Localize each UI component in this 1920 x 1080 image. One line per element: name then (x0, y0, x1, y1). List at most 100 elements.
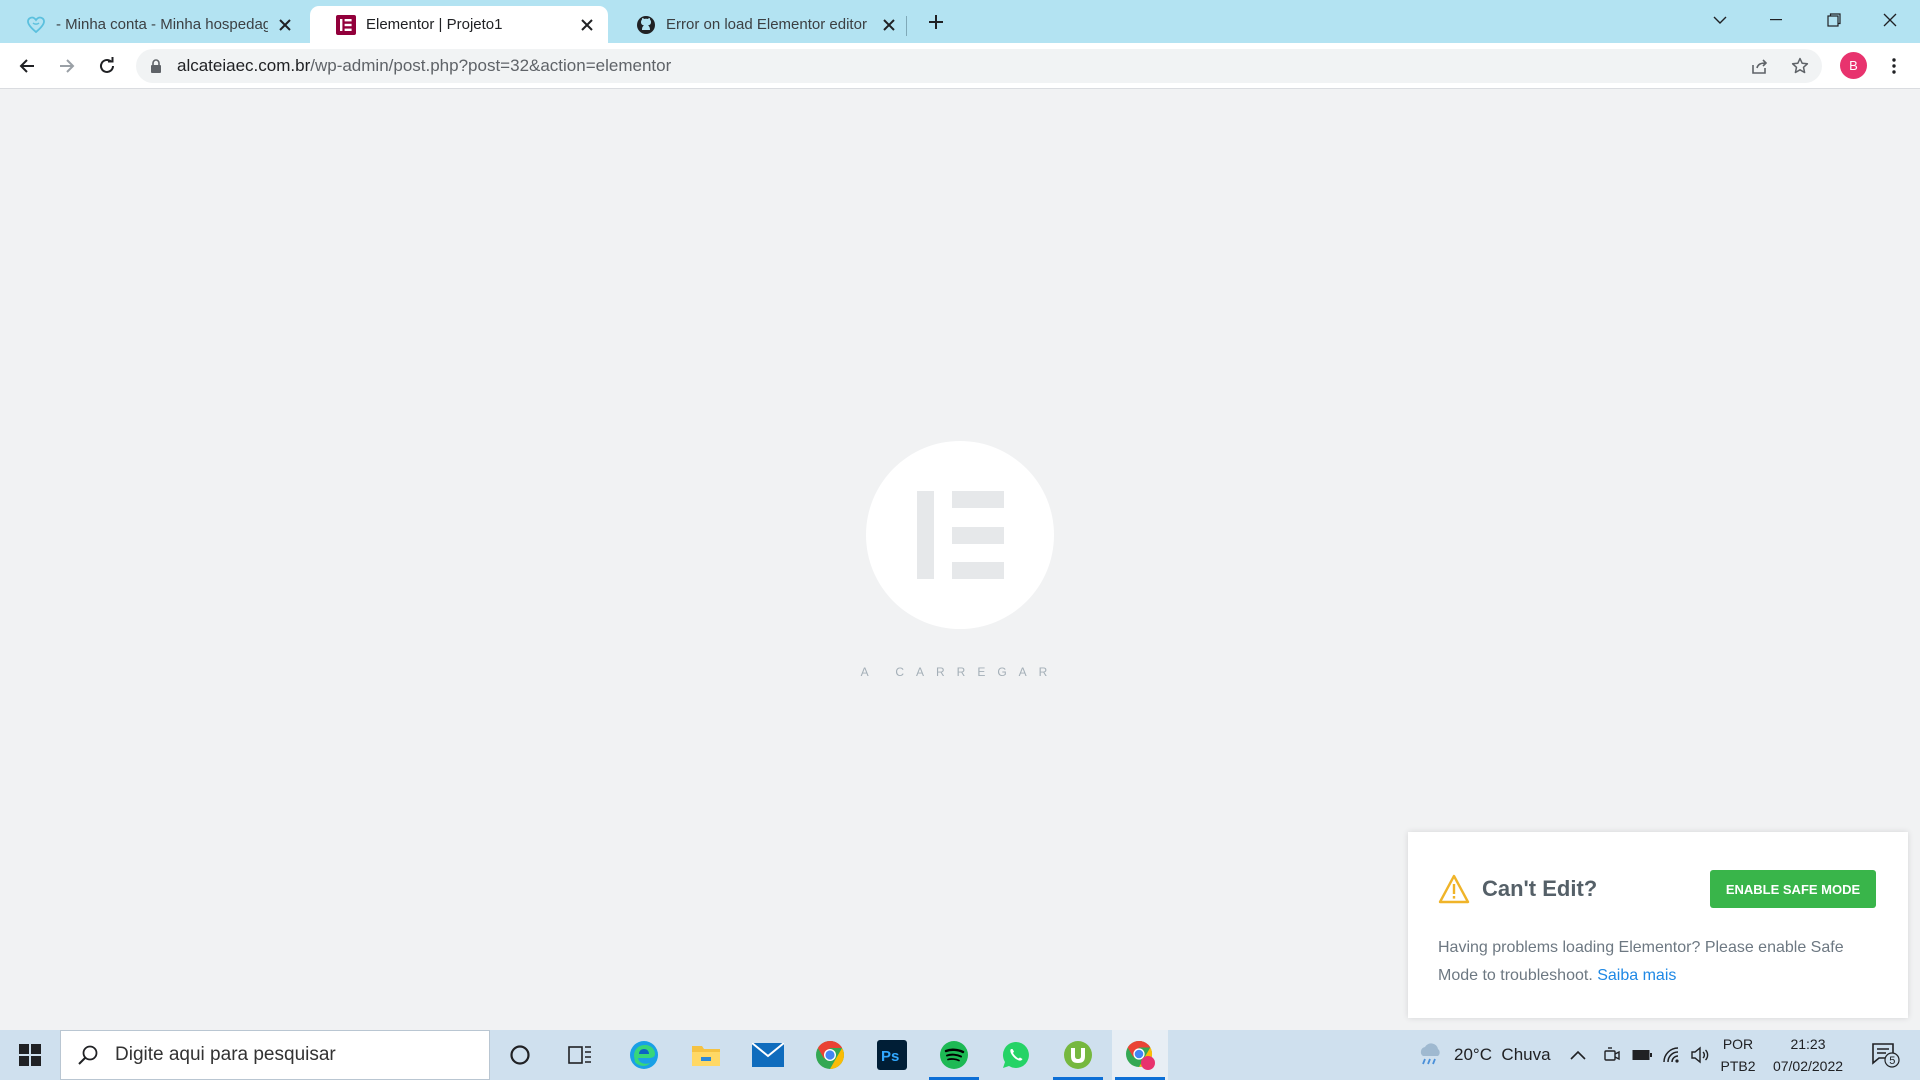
tab-separator (906, 16, 907, 36)
battery-icon (1632, 1050, 1652, 1060)
battery-button[interactable] (1632, 1030, 1652, 1080)
utorrent-button[interactable] (1050, 1030, 1106, 1080)
whatsapp-icon (1002, 1041, 1029, 1068)
plus-icon (929, 15, 943, 29)
svg-text:Ps: Ps (881, 1048, 899, 1065)
chrome-profile-button[interactable] (1112, 1030, 1168, 1080)
taskbar-search[interactable]: Digite aqui para pesquisar (60, 1030, 490, 1080)
restore-button[interactable] (1806, 0, 1862, 40)
notification-center-button[interactable]: 5 (1866, 1030, 1906, 1080)
chevron-down-icon (1713, 16, 1727, 24)
close-window-button[interactable] (1862, 0, 1918, 40)
mail-icon (752, 1043, 784, 1067)
cortana-button[interactable] (492, 1030, 548, 1080)
elementor-icon (336, 14, 356, 35)
url-path: /wp-admin/post.php?post=32&action=elemen… (310, 56, 672, 75)
url-host: alcateiaec.com.br (177, 56, 311, 75)
photoshop-icon: Ps (877, 1040, 907, 1070)
restore-icon (1827, 13, 1841, 27)
task-view-button[interactable] (552, 1030, 608, 1080)
close-icon[interactable] (274, 14, 296, 36)
keyboard-layout: PTB2 (1720, 1058, 1756, 1074)
volume-button[interactable] (1690, 1030, 1710, 1080)
browser-toolbar: alcateiaec.com.br/wp-admin/post.php?post… (0, 43, 1920, 89)
weather-widget[interactable]: 20°C Chuva (1416, 1030, 1551, 1080)
tab-search-button[interactable] (1692, 0, 1748, 40)
reload-icon (100, 57, 114, 73)
speaker-icon (1691, 1046, 1709, 1064)
meet-now-button[interactable] (1603, 1030, 1621, 1080)
spotify-button[interactable] (926, 1030, 982, 1080)
clock[interactable]: 21:23 07/02/2022 (1764, 1030, 1852, 1080)
learn-more-link[interactable]: Saiba mais (1597, 967, 1676, 984)
bookmark-button[interactable] (1784, 50, 1816, 82)
logo-bar-middle (952, 527, 1004, 544)
share-button[interactable] (1744, 50, 1776, 82)
network-button[interactable] (1662, 1030, 1682, 1080)
file-explorer-button[interactable] (678, 1030, 734, 1080)
tab-title: Error on load Elementor editor · Issue (666, 16, 872, 33)
edge-icon (630, 1041, 658, 1069)
enable-safe-mode-button[interactable]: ENABLE SAFE MODE (1710, 870, 1876, 908)
chrome-button[interactable] (802, 1030, 858, 1080)
share-icon (1752, 59, 1768, 74)
profile-avatar[interactable]: B (1840, 52, 1867, 79)
spotify-icon (940, 1041, 968, 1069)
file-explorer-icon (692, 1046, 720, 1066)
tab-minha-conta[interactable]: - Minha conta - Minha hospedagem (0, 6, 306, 43)
dialog-message: Having problems loading Elementor? Pleas… (1438, 934, 1878, 990)
language-indicator[interactable]: POR PTB2 (1714, 1030, 1762, 1080)
chrome-icon (816, 1041, 844, 1069)
minimize-button[interactable] (1748, 0, 1804, 40)
hostinger-heart-icon (26, 15, 46, 35)
chrome-profile-icon (1126, 1040, 1155, 1070)
warning-icon (1438, 874, 1470, 904)
dialog-title: Can't Edit? (1482, 876, 1598, 901)
tab-strip: - Minha conta - Minha hospedagem Element… (0, 0, 1920, 43)
notification-icon: 5 (1872, 1043, 1900, 1068)
mail-button[interactable] (740, 1030, 796, 1080)
weather-text: 20°C Chuva (1454, 1045, 1551, 1064)
utorrent-icon (1064, 1041, 1092, 1069)
star-icon (1791, 57, 1809, 74)
whatsapp-button[interactable] (988, 1030, 1044, 1080)
new-tab-button[interactable] (922, 8, 950, 36)
browser-menu-button[interactable] (1880, 50, 1908, 82)
search-placeholder: Digite aqui para pesquisar (115, 1044, 336, 1065)
windows-taskbar: Digite aqui para pesquisar Ps 20°C Chuva (0, 1030, 1920, 1080)
clock-time: 21:23 (1790, 1036, 1826, 1052)
photoshop-button[interactable]: Ps (864, 1030, 920, 1080)
wifi-icon (1663, 1047, 1679, 1063)
show-hidden-icons-button[interactable] (1570, 1030, 1586, 1080)
github-icon (636, 15, 656, 35)
close-icon[interactable] (878, 14, 900, 36)
url-text[interactable]: alcateiaec.com.br/wp-admin/post.php?post… (177, 56, 671, 76)
reload-button[interactable] (91, 50, 123, 82)
close-icon[interactable] (576, 14, 598, 36)
cortana-icon (510, 1045, 530, 1065)
tab-title: Elementor | Projeto1 (366, 16, 503, 33)
address-bar[interactable]: alcateiaec.com.br/wp-admin/post.php?post… (136, 49, 1822, 83)
arrow-right-icon (60, 59, 75, 73)
search-icon (75, 1042, 101, 1068)
tab-title: - Minha conta - Minha hospedagem (56, 16, 268, 33)
lock-icon[interactable] (150, 58, 164, 74)
tab-github-issue[interactable]: Error on load Elementor editor · Issue (610, 6, 910, 43)
close-icon (1883, 13, 1897, 27)
edge-button[interactable] (616, 1030, 672, 1080)
logo-bar-vertical (917, 491, 934, 579)
forward-button[interactable] (51, 50, 83, 82)
windows-icon (19, 1044, 41, 1066)
chevron-up-icon (1570, 1050, 1586, 1060)
start-button[interactable] (0, 1030, 60, 1080)
logo-bar-bottom (952, 562, 1004, 579)
rain-cloud-icon (1420, 1043, 1440, 1065)
svg-text:5: 5 (1889, 1055, 1895, 1067)
video-camera-icon (1604, 1047, 1620, 1061)
safe-mode-dialog: Can't Edit? ENABLE SAFE MODE Having prob… (1408, 832, 1908, 1018)
clock-date: 07/02/2022 (1772, 1058, 1844, 1074)
logo-bar-top (952, 491, 1004, 508)
tab-elementor[interactable]: Elementor | Projeto1 (310, 6, 608, 43)
language-code: POR (1722, 1036, 1754, 1052)
back-button[interactable] (11, 50, 43, 82)
